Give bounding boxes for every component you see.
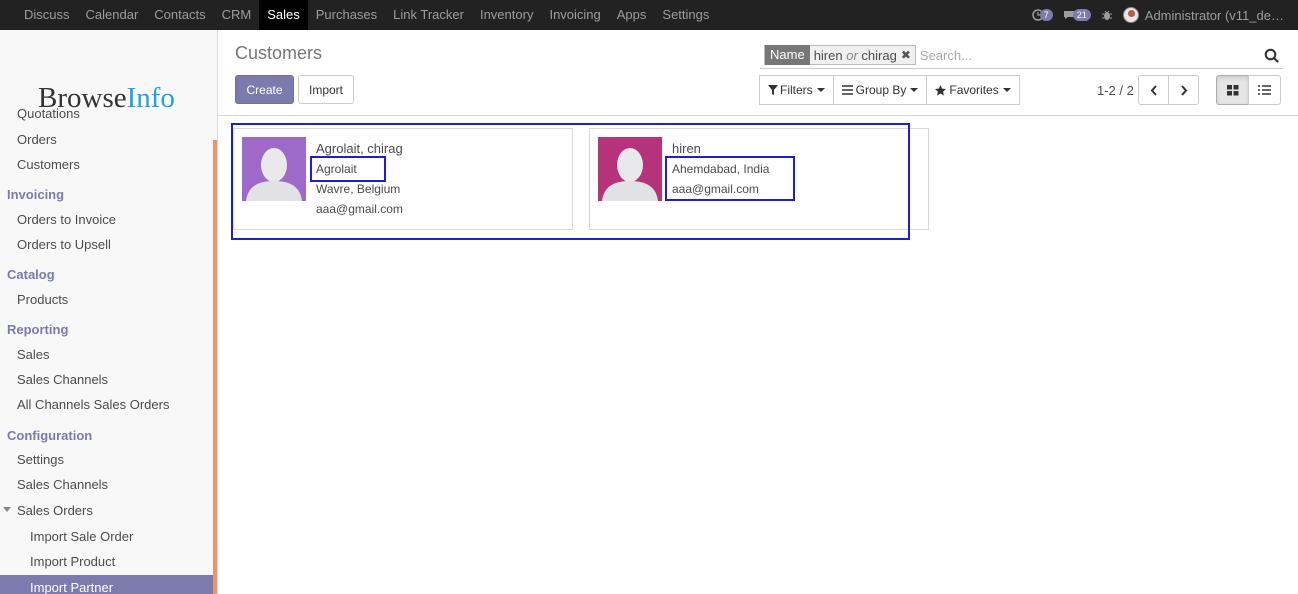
main-content: Customers Create Import Name hiren or ch… [218, 30, 1298, 594]
kanban-view-button[interactable] [1216, 75, 1249, 105]
sidebar-item-sales-orders[interactable]: Sales Orders [17, 503, 93, 518]
chevron-right-icon [1180, 84, 1187, 96]
sidebar-item-import-product[interactable]: Import Product [30, 554, 115, 569]
activity-button[interactable]: 7 [1032, 9, 1053, 21]
user-name: Administrator (v11_de… [1144, 7, 1284, 23]
sidebar-item-import-partner[interactable]: Import Partner [30, 580, 113, 594]
filters-dropdown[interactable]: Filters [759, 75, 834, 105]
sidebar-accent-bar [213, 140, 217, 594]
kanban-icon [1226, 84, 1238, 95]
import-button[interactable]: Import [298, 75, 354, 104]
sidebar-item-products[interactable]: Products [17, 292, 68, 307]
create-button[interactable]: Create [235, 75, 294, 104]
star-icon [935, 84, 947, 95]
menu-sales[interactable]: Sales [259, 0, 308, 30]
activity-count-badge: 7 [1039, 9, 1053, 21]
search-input[interactable] [915, 44, 1259, 66]
pager-value[interactable]: 1-2 / 2 [1097, 83, 1134, 98]
pager-next-button[interactable] [1168, 75, 1199, 105]
menu-link-tracker[interactable]: Link Tracker [385, 0, 472, 30]
debug-button[interactable] [1101, 9, 1113, 21]
control-panel: Customers Create Import Name hiren or ch… [218, 30, 1298, 116]
bars-icon [841, 85, 853, 95]
search-bar: Name hiren or chirag ✖ [760, 42, 1283, 69]
search-button[interactable] [1259, 48, 1283, 63]
facet-remove-icon[interactable]: ✖ [901, 48, 915, 62]
bug-icon [1101, 10, 1112, 20]
menu-purchases[interactable]: Purchases [308, 0, 385, 30]
groupby-dropdown[interactable]: Group By [832, 75, 928, 105]
facet-values: hiren or chirag [813, 47, 897, 63]
sidebar-item-orders-to-upsell[interactable]: Orders to Upsell [17, 237, 111, 252]
search-options: Filters Group By Favorites [759, 75, 1020, 105]
menu-calendar[interactable]: Calendar [78, 0, 147, 30]
sidebar-item-all-channels-sales-orders[interactable]: All Channels Sales Orders [17, 397, 169, 412]
sidebar-item-import-sale-order[interactable]: Import Sale Order [30, 529, 133, 544]
menu-discuss[interactable]: Discuss [16, 0, 78, 30]
list-icon [1258, 85, 1271, 95]
message-count-badge: 21 [1072, 9, 1091, 21]
sidebar-item-config-sales-channels[interactable]: Sales Channels [17, 477, 108, 492]
sidebar-item-reporting-sales[interactable]: Sales [17, 347, 50, 362]
app-menu: Discuss Calendar Contacts CRM Sales Purc… [16, 0, 717, 30]
menu-invoicing[interactable]: Invoicing [541, 0, 608, 30]
sidebar-item-orders-to-invoice[interactable]: Orders to Invoice [17, 212, 116, 227]
sidebar-item-orders[interactable]: Orders [17, 132, 57, 147]
sidebar-section-catalog: Catalog [7, 267, 55, 282]
menu-crm[interactable]: CRM [214, 0, 260, 30]
sidebar-section-configuration: Configuration [7, 428, 93, 443]
list-view-button[interactable] [1248, 75, 1281, 105]
sidebar-section-invoicing: Invoicing [7, 187, 65, 202]
facet-label: Name [765, 45, 810, 65]
messages-button[interactable]: 21 [1063, 9, 1091, 21]
favorites-dropdown[interactable]: Favorites [926, 75, 1020, 105]
sidebar-item-quotations[interactable]: Quotations [17, 106, 80, 121]
sidebar-item-settings[interactable]: Settings [17, 452, 64, 467]
annotation-box-address [665, 156, 795, 201]
user-avatar [1122, 7, 1139, 23]
caret-down-icon [3, 507, 11, 512]
chevron-left-icon [1150, 84, 1157, 96]
menu-apps[interactable]: Apps [609, 0, 655, 30]
menu-contacts[interactable]: Contacts [146, 0, 213, 30]
sidebar-item-reporting-sales-channels[interactable]: Sales Channels [17, 372, 108, 387]
page-title: Customers [235, 43, 323, 63]
user-menu[interactable]: Administrator (v11_de… [1122, 7, 1284, 23]
menu-settings[interactable]: Settings [654, 0, 717, 30]
sidebar-item-customers[interactable]: Customers [17, 157, 80, 172]
sidebar-section-reporting: Reporting [7, 322, 69, 337]
search-icon [1264, 48, 1279, 63]
annotation-box-company [310, 156, 386, 182]
search-facet[interactable]: Name hiren or chirag ✖ [764, 45, 916, 65]
filter-icon [768, 85, 778, 95]
pager-previous-button[interactable] [1138, 75, 1169, 105]
menu-inventory[interactable]: Inventory [472, 0, 541, 30]
systray: 7 21 Administrator (v11_de… [1032, 0, 1284, 30]
top-navbar: Discuss Calendar Contacts CRM Sales Purc… [0, 0, 1298, 30]
